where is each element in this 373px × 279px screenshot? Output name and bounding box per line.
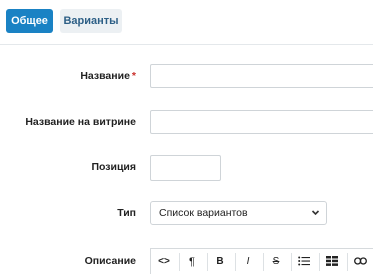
toolbar-separator	[319, 253, 320, 271]
toolbar-separator	[263, 253, 264, 271]
toolbar-separator	[207, 253, 208, 271]
italic-button[interactable]: I	[237, 249, 259, 275]
table-button[interactable]	[321, 249, 343, 275]
editor-toolbar: <> ¶ B I S	[150, 248, 373, 274]
strikethrough-button[interactable]: S	[265, 249, 287, 275]
link-icon	[353, 256, 367, 267]
type-select[interactable]: Список вариантов	[150, 201, 327, 225]
type-select-value: Список вариантов	[159, 207, 248, 219]
chevron-down-icon	[311, 202, 320, 233]
unordered-list-button[interactable]	[293, 249, 315, 275]
storefront-name-input[interactable]	[150, 110, 373, 134]
link-button[interactable]	[349, 249, 371, 275]
table-icon	[326, 256, 338, 267]
storefront-name-label: Название на витрине	[25, 116, 136, 128]
toolbar-separator	[179, 253, 180, 271]
type-label: Тип	[117, 207, 136, 219]
tab-bar: Общее Варианты	[0, 0, 373, 44]
position-input[interactable]	[150, 155, 221, 181]
tab-variants[interactable]: Варианты	[60, 9, 122, 33]
description-label: Описание	[84, 255, 136, 267]
tab-divider	[0, 44, 373, 45]
tab-general[interactable]: Общее	[6, 9, 53, 33]
required-mark: *	[131, 70, 136, 82]
position-label: Позиция	[91, 161, 136, 173]
toolbar-separator	[347, 253, 348, 271]
paragraph-button[interactable]: ¶	[181, 249, 203, 275]
code-view-button[interactable]: <>	[153, 249, 175, 275]
bold-button[interactable]: B	[209, 249, 231, 275]
toolbar-separator	[291, 253, 292, 271]
unordered-list-icon	[298, 256, 310, 267]
name-label-text: Название	[80, 70, 130, 82]
name-input[interactable]	[150, 64, 373, 88]
name-label: Название *	[80, 70, 136, 82]
toolbar-separator	[235, 253, 236, 271]
